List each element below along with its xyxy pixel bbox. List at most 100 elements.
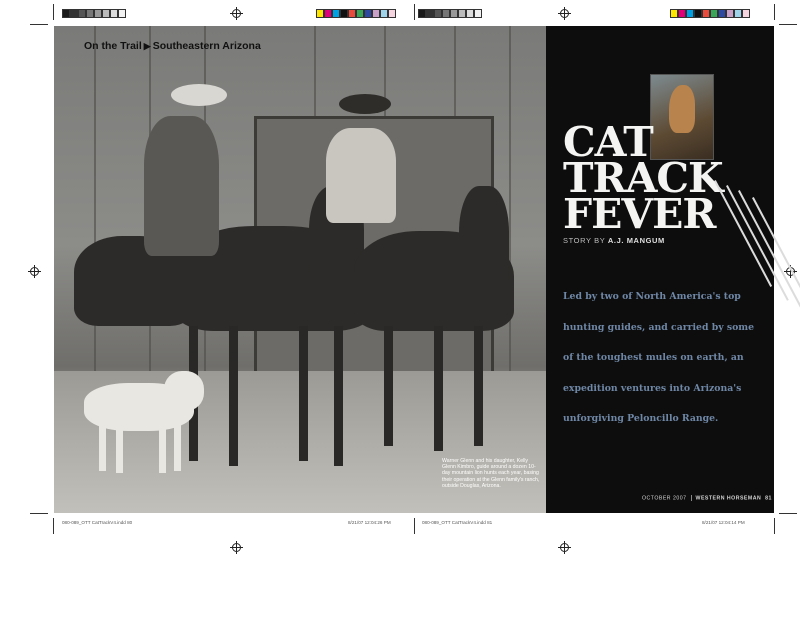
grayscale-color-bar-left bbox=[62, 9, 126, 18]
crop-mark bbox=[53, 4, 54, 20]
color-swatch bbox=[734, 9, 742, 18]
dog-leg bbox=[116, 421, 123, 473]
crop-mark bbox=[30, 24, 48, 25]
color-swatch bbox=[458, 9, 466, 18]
color-swatch bbox=[372, 9, 380, 18]
color-swatch bbox=[62, 9, 70, 18]
mule-leg bbox=[474, 326, 483, 446]
mule-leg bbox=[384, 326, 393, 446]
crop-mark bbox=[779, 24, 797, 25]
mule-leg bbox=[299, 326, 308, 461]
mule-leg bbox=[434, 326, 443, 451]
color-swatch bbox=[686, 9, 694, 18]
color-swatch bbox=[78, 9, 86, 18]
folio-divider bbox=[690, 495, 692, 501]
color-swatch bbox=[324, 9, 332, 18]
registration-mark-left bbox=[28, 265, 41, 278]
mule-right-head bbox=[459, 186, 509, 301]
rider-warner-glenn bbox=[144, 116, 219, 256]
cowboy-hat bbox=[171, 84, 227, 106]
color-swatch bbox=[450, 9, 458, 18]
process-color-bar-left bbox=[316, 9, 396, 18]
color-swatch bbox=[466, 9, 474, 18]
color-swatch bbox=[678, 9, 686, 18]
color-swatch bbox=[86, 9, 94, 18]
color-swatch bbox=[118, 9, 126, 18]
color-swatch bbox=[710, 9, 718, 18]
registration-mark-top-left bbox=[230, 7, 243, 20]
headline: CAT TRACK FEVER bbox=[563, 122, 724, 238]
crop-mark bbox=[779, 513, 797, 514]
dog-leg bbox=[99, 421, 106, 471]
deck-line: Led by two of North America's top bbox=[563, 291, 741, 302]
color-swatch bbox=[364, 9, 372, 18]
color-swatch bbox=[694, 9, 702, 18]
registration-mark-top-right bbox=[558, 7, 571, 20]
slug-left-time: 8/21/07 12:04:26 PM bbox=[348, 520, 391, 525]
crop-mark bbox=[414, 4, 415, 20]
issue-date: OCTOBER 2007 bbox=[642, 495, 687, 502]
slug-left: 080-089_OTT CatTrackV4.indd 80 bbox=[62, 520, 133, 525]
color-swatch bbox=[340, 9, 348, 18]
section-label: On the Trail bbox=[84, 40, 142, 52]
cowboy-hat bbox=[339, 94, 391, 114]
color-swatch bbox=[718, 9, 726, 18]
byline-author: A.J. MANGUM bbox=[607, 236, 665, 245]
color-swatch bbox=[316, 9, 324, 18]
byline-prefix: STORY BY bbox=[563, 236, 606, 245]
color-swatch bbox=[110, 9, 118, 18]
crop-mark bbox=[774, 518, 775, 534]
photo-caption: Warner Glenn and his daughter, Kelly Gle… bbox=[442, 458, 540, 489]
color-swatch bbox=[434, 9, 442, 18]
crop-mark bbox=[414, 518, 415, 534]
slug-right: 080-089_OTT CatTrackV4.indd 81 bbox=[422, 520, 493, 525]
mule-leg bbox=[334, 326, 343, 466]
folio: OCTOBER 2007 WESTERN HORSEMAN 81 bbox=[642, 495, 772, 501]
process-color-bar-right bbox=[670, 9, 750, 18]
grayscale-color-bar-right bbox=[418, 9, 482, 18]
slug-right-time: 8/21/07 12:04:14 PM bbox=[702, 520, 745, 525]
byline: STORY BY A.J. MANGUM bbox=[563, 236, 665, 245]
color-swatch bbox=[670, 9, 678, 18]
dog-leg bbox=[159, 421, 166, 473]
deck-line: hunting guides, and carried by some bbox=[563, 321, 755, 333]
color-swatch bbox=[726, 9, 734, 18]
right-page-panel: CAT TRACK FEVER STORY BY A.J. MANGUM Led… bbox=[546, 26, 800, 513]
crop-mark bbox=[774, 4, 775, 20]
color-swatch bbox=[474, 9, 482, 18]
color-swatch bbox=[426, 9, 434, 18]
arrow-right-icon: ▶ bbox=[143, 41, 151, 51]
rider-kelly-glenn-kimbro bbox=[326, 128, 396, 223]
crop-mark bbox=[53, 518, 54, 534]
color-swatch bbox=[442, 9, 450, 18]
color-swatch bbox=[418, 9, 426, 18]
color-swatch bbox=[742, 9, 750, 18]
magazine-name: WESTERN HORSEMAN bbox=[695, 495, 762, 502]
color-swatch bbox=[70, 9, 78, 18]
section-kicker: On the Trail ▶ Southeastern Arizona bbox=[84, 40, 261, 52]
color-swatch bbox=[102, 9, 110, 18]
hound-dog-head bbox=[164, 371, 204, 411]
color-swatch bbox=[380, 9, 388, 18]
dog-leg bbox=[174, 421, 181, 471]
deck-line: expedition ventures into Arizona's bbox=[563, 382, 742, 394]
riders-on-mules-photo: On the Trail ▶ Southeastern Arizona Warner… bbox=[54, 26, 546, 513]
crop-mark bbox=[30, 513, 48, 514]
color-swatch bbox=[348, 9, 356, 18]
color-swatch bbox=[388, 9, 396, 18]
color-swatch bbox=[702, 9, 710, 18]
headline-line-3: FEVER bbox=[563, 190, 716, 238]
color-swatch bbox=[94, 9, 102, 18]
location-label: Southeastern Arizona bbox=[152, 40, 261, 52]
magazine-spread-page: { "kicker": { "section": "On the Trail",… bbox=[0, 0, 800, 618]
deck-line: unforgiving Peloncillo Range. bbox=[563, 413, 719, 424]
mule-leg bbox=[229, 326, 238, 466]
article-spread: On the Trail ▶ Southeastern Arizona Warner… bbox=[54, 26, 800, 513]
page-number: 81 bbox=[765, 495, 772, 502]
deck-line: of the toughest mules on earth, an bbox=[563, 352, 744, 363]
deck-text: Led by two of North America's top huntin… bbox=[563, 282, 755, 435]
registration-mark-bottom-left bbox=[230, 541, 243, 554]
color-swatch bbox=[332, 9, 340, 18]
registration-mark-bottom-right bbox=[558, 541, 571, 554]
color-swatch bbox=[356, 9, 364, 18]
